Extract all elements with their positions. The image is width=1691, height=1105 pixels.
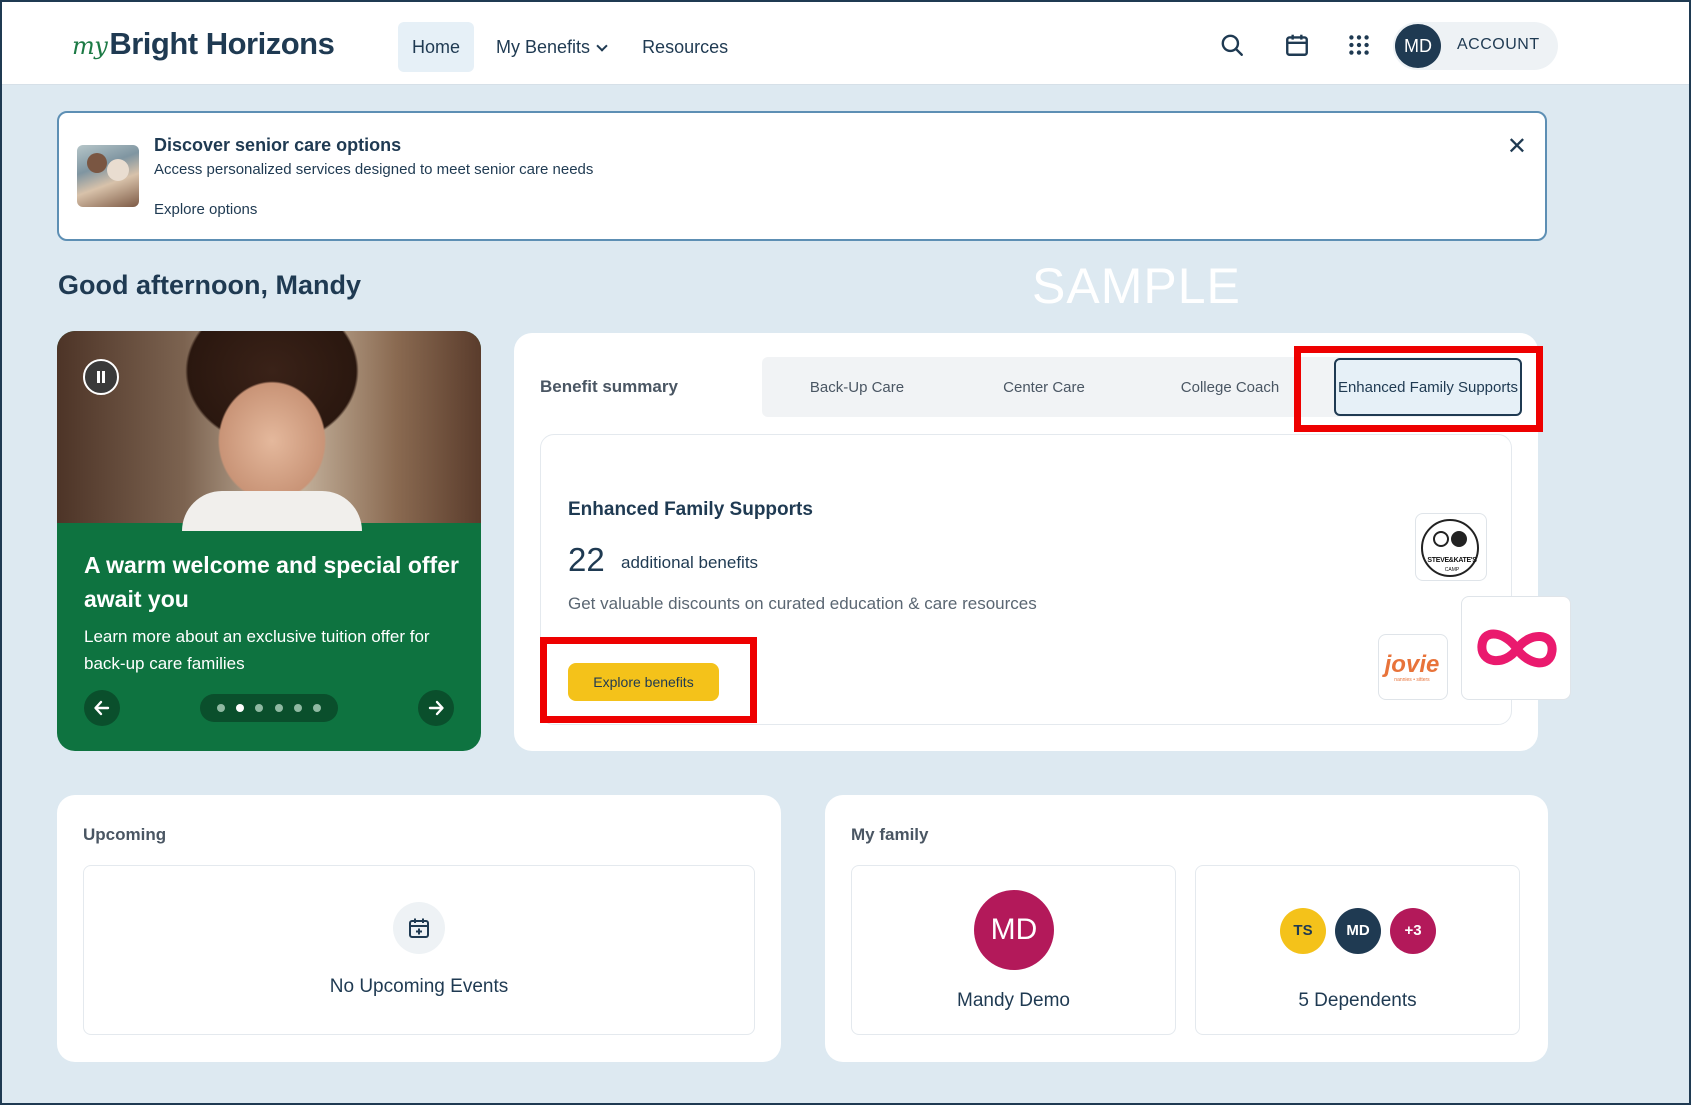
nav-home[interactable]: Home xyxy=(398,22,475,72)
benefit-summary-card: Benefit summary Back-Up Care Center Care… xyxy=(514,333,1571,751)
jovie-logo: jovie nannies • sitters xyxy=(1378,634,1448,700)
sample-watermark: SAMPLE xyxy=(1032,258,1241,314)
bright-horizons-logo[interactable]: myBright Horizons xyxy=(72,26,335,62)
tab-back-up-care[interactable]: Back-Up Care xyxy=(762,357,952,417)
search-icon[interactable] xyxy=(1219,32,1245,58)
member-card[interactable]: MD Mandy Demo xyxy=(851,865,1176,1035)
nav-resources[interactable]: Resources xyxy=(628,22,742,72)
my-family-card: My family MD Mandy Demo TS MD +3 5 Depen… xyxy=(825,795,1548,1062)
carousel-dot[interactable] xyxy=(274,704,283,712)
member-avatar: MD xyxy=(974,890,1054,970)
account-avatar: MD xyxy=(1395,24,1441,68)
arrow-left-icon xyxy=(94,700,110,716)
no-events-text: No Upcoming Events xyxy=(329,976,509,997)
tab-center-care[interactable]: Center Care xyxy=(952,357,1136,417)
benefit-count: 22 xyxy=(568,541,605,578)
close-icon[interactable]: ✕ xyxy=(1507,135,1527,159)
panel-title: Enhanced Family Supports xyxy=(568,499,813,520)
benefit-summary-label: Benefit summary xyxy=(540,377,678,396)
calendar-icon[interactable] xyxy=(1284,32,1310,58)
face-icon xyxy=(1433,531,1449,547)
panel-description: Get valuable discounts on curated educat… xyxy=(568,594,1037,613)
banner-title: Discover senior care options xyxy=(154,135,402,155)
child-photo xyxy=(57,331,481,531)
senior-care-photo xyxy=(77,145,139,207)
senior-care-banner: Discover senior care options Access pers… xyxy=(57,111,1547,241)
dependents-card[interactable]: TS MD +3 5 Dependents xyxy=(1195,865,1520,1035)
upcoming-events-panel: No Upcoming Events xyxy=(83,865,755,1035)
infinity-icon xyxy=(1477,629,1557,668)
upcoming-card: Upcoming No Upcoming Events xyxy=(57,795,781,1062)
carousel-dots xyxy=(200,694,338,722)
benefit-tabs: Back-Up Care Center Care College Coach E… xyxy=(762,357,1522,417)
promo-title: A warm welcome and special offer await y… xyxy=(84,552,459,612)
carousel-dot[interactable] xyxy=(217,704,226,712)
tab-enhanced-family-supports[interactable]: Enhanced Family Supports xyxy=(1334,358,1522,416)
more-dependents-avatar: +3 xyxy=(1390,908,1436,954)
calendar-add-icon xyxy=(393,902,445,954)
carousel-dot[interactable] xyxy=(293,704,302,712)
carousel-dot[interactable] xyxy=(312,704,321,712)
dependent-avatar: TS xyxy=(1280,908,1326,954)
face-icon xyxy=(1451,531,1467,547)
member-name: Mandy Demo xyxy=(957,990,1070,1011)
carousel-dot[interactable] xyxy=(255,704,264,712)
my-family-title: My family xyxy=(851,825,929,844)
promo-description: Learn more about an exclusive tuition of… xyxy=(84,627,430,673)
tab-college-coach[interactable]: College Coach xyxy=(1136,357,1324,417)
nav-my-benefits[interactable]: My Benefits xyxy=(482,22,620,72)
child-shirt xyxy=(182,491,362,531)
steve-kates-badge: STEVE&KATE'S CAMP xyxy=(1421,519,1479,577)
apps-grid-icon[interactable] xyxy=(1346,32,1372,58)
account-label: ACCOUNT xyxy=(1457,36,1540,53)
steve-kates-camp-logo: STEVE&KATE'S CAMP xyxy=(1415,513,1487,581)
dependent-avatar: MD xyxy=(1335,908,1381,954)
promo-carousel: A warm welcome and special offer await y… xyxy=(57,331,481,751)
greeting: Good afternoon, Mandy xyxy=(58,270,361,300)
carousel-next-button[interactable] xyxy=(418,690,454,726)
main-nav: Home My Benefits Resources xyxy=(398,22,742,72)
benefit-count-label: additional benefits xyxy=(621,553,759,572)
dependents-count: 5 Dependents xyxy=(1298,990,1417,1011)
explore-options-link[interactable]: Explore options xyxy=(154,201,257,218)
explore-benefits-button[interactable]: Explore benefits xyxy=(568,663,719,701)
chevron-down-icon xyxy=(596,40,608,52)
pause-icon[interactable] xyxy=(83,359,119,395)
account-button[interactable]: MD ACCOUNT xyxy=(1393,22,1558,70)
enhanced-family-supports-panel: Enhanced Family Supports 22 additional b… xyxy=(540,434,1571,725)
carousel-prev-button[interactable] xyxy=(84,690,120,726)
infinity-brand-logo xyxy=(1461,596,1571,700)
arrow-right-icon xyxy=(428,700,444,716)
banner-description: Access personalized services designed to… xyxy=(154,161,594,178)
upcoming-title: Upcoming xyxy=(83,825,167,844)
top-navigation-bar: myBright Horizons Home My Benefits Resou… xyxy=(2,2,1689,85)
carousel-dot-active[interactable] xyxy=(236,704,245,712)
